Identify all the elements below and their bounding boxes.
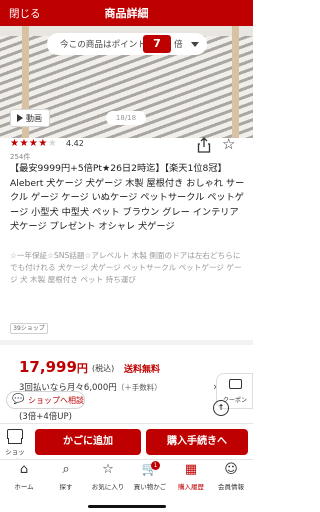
shop-badge: 39ショップ	[10, 323, 48, 334]
chevron-down-icon	[191, 42, 199, 47]
tab-history[interactable]: ▦ 購入履歴	[170, 462, 212, 492]
price-currency: 円	[76, 362, 88, 375]
installment-fee: （＋手数料）	[116, 383, 162, 392]
scroll-top-icon[interactable]: ↑	[213, 400, 229, 416]
home-indicator	[88, 505, 166, 508]
video-label: 動画	[26, 114, 42, 123]
points-note: (3倍+4倍UP)	[19, 412, 72, 422]
price: 17,999円	[19, 358, 88, 376]
free-shipping-label: 送料無料	[124, 365, 161, 375]
cage-post	[232, 26, 239, 138]
tab-label: 探す	[59, 483, 73, 491]
tax-label: (税込)	[92, 364, 115, 373]
points-multiplier: 7	[143, 35, 171, 53]
search-icon: ⌕	[62, 462, 70, 477]
buy-button[interactable]: 購入手続きへ	[146, 429, 248, 455]
tab-label: お気に入り	[91, 483, 125, 491]
section-divider	[0, 340, 253, 345]
video-button[interactable]: 動画	[10, 109, 50, 127]
consult-label: ショップへ相談	[28, 396, 84, 405]
coupon-icon	[229, 379, 242, 389]
share-icon[interactable]	[197, 137, 211, 153]
history-icon: ▦	[184, 462, 198, 477]
rating-score: 4.42	[66, 139, 84, 148]
points-text: 今この商品はポイント	[60, 40, 146, 50]
tab-label: 買い物かご	[133, 483, 167, 491]
star-icon: ☆	[102, 462, 114, 477]
image-counter: 18/18	[106, 111, 146, 125]
rating-stars: ★★★★★	[10, 138, 57, 149]
play-icon	[17, 114, 23, 122]
chat-icon: 💬	[12, 394, 25, 405]
home-icon: ⌂	[19, 462, 29, 477]
tab-home[interactable]: ⌂ ホーム	[3, 462, 45, 492]
tab-search[interactable]: ⌕ 探す	[45, 462, 87, 492]
tab-cart[interactable]: 🛒 1 買い物かご	[129, 461, 171, 492]
page-title: 商品詳細	[104, 7, 149, 20]
star-icon: ★★★★	[10, 138, 48, 149]
shop-consult-button[interactable]: 💬 ショップへ相談	[6, 391, 85, 409]
user-icon: ☺	[224, 462, 238, 477]
points-banner[interactable]: 今この商品はポイント 7 倍	[47, 33, 207, 55]
cart-count-badge: 1	[151, 461, 160, 470]
cart-icon: 🛒	[141, 462, 159, 477]
app-header: 閉じる 商品詳細	[0, 0, 253, 26]
tab-label: 会員情報	[218, 483, 244, 491]
favorite-star-icon[interactable]: ☆	[222, 135, 235, 153]
add-to-cart-button[interactable]: かごに追加	[35, 429, 141, 455]
catch-copy: ☆一年保証☆SNS話題☆アレベルト 木製 側面のドアは左右どちらにでも付けれる …	[10, 251, 242, 284]
review-count[interactable]: 254件	[10, 152, 30, 162]
star-half-icon: ★	[47, 138, 58, 149]
points-suffix: 倍	[174, 40, 183, 50]
action-bar: ショップ かごに追加 購入手続きへ	[0, 423, 253, 466]
tab-label: ホーム	[14, 483, 34, 491]
product-title: 【最安9999円+5倍Pt★26日2時迄】【楽天1位8冠】Alebert 犬ケー…	[10, 163, 245, 232]
shop-icon-base	[8, 438, 22, 444]
tab-label: 購入履歴	[178, 483, 204, 491]
tab-member[interactable]: ☺ 会員情報	[210, 462, 252, 492]
price-value: 17,999	[19, 358, 77, 376]
tab-favorites[interactable]: ☆ お気に入り	[87, 462, 129, 492]
